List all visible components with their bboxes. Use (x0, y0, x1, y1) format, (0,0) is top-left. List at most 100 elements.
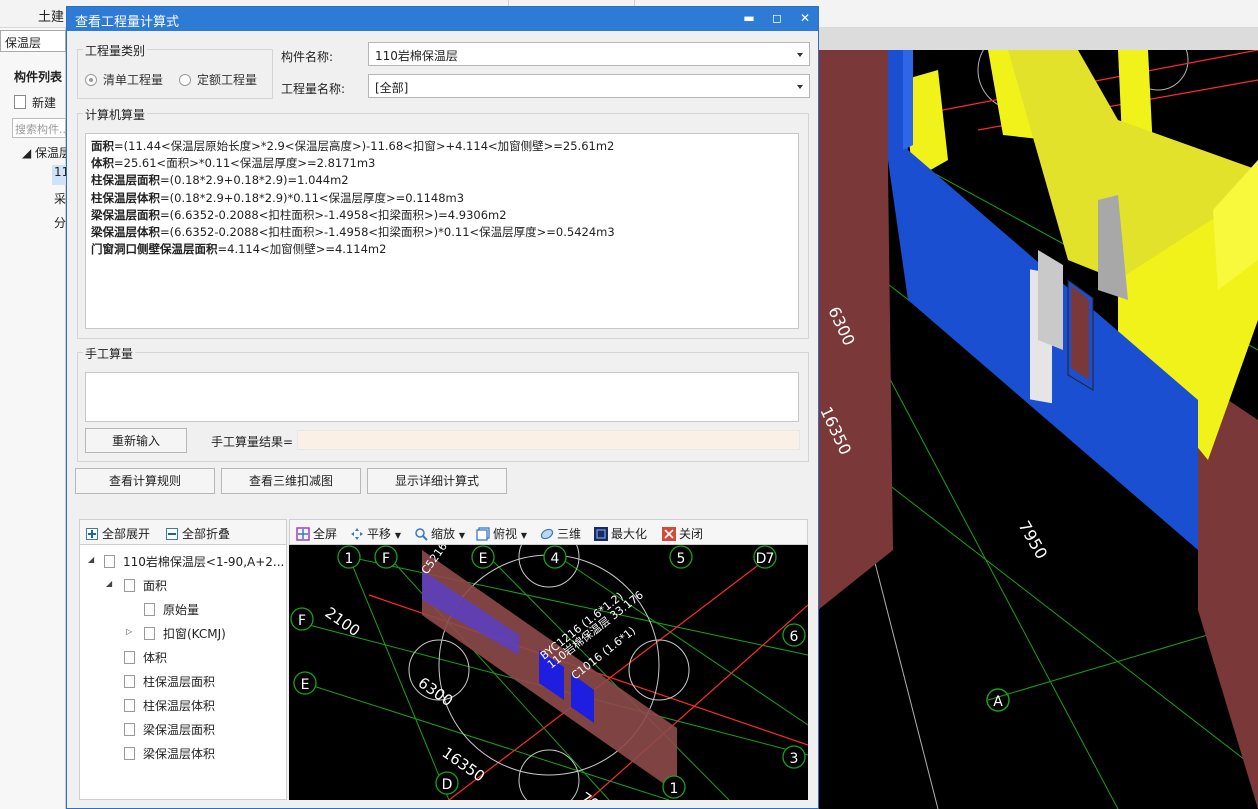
zoom-button[interactable]: 缩放 ▼ (414, 525, 465, 542)
restore-icon[interactable]: ◻ (769, 10, 785, 26)
axis-label: E (301, 677, 310, 693)
formula-line: 体积=25.61<面积>*0.11<保温层厚度>=2.8171m3 (91, 156, 376, 171)
component-search-input[interactable]: 搜索构件... (12, 118, 66, 138)
expanded-arrow-icon[interactable]: ◢ (106, 579, 112, 588)
component-name-select[interactable]: 110岩棉保温层 (368, 42, 810, 66)
axis-label: 5 (677, 551, 686, 567)
document-icon (124, 675, 135, 688)
tree-item[interactable]: 分 (54, 214, 66, 231)
tree-item[interactable]: 采 (54, 190, 66, 207)
tree-toolbar: 全部展开 全部折叠 (79, 519, 287, 545)
fullscreen-icon (296, 527, 310, 541)
collapsed-arrow-icon[interactable]: ▷ (126, 627, 132, 636)
quantity-name-label: 工程量名称: (281, 82, 346, 96)
tree-item-deduct-window[interactable]: 扣窗(KCMJ) (144, 625, 226, 642)
manual-calc-textarea[interactable] (85, 372, 799, 422)
formula-line: 梁保温层面积=(6.6352-0.2088<扣柱面积>-1.4958<扣梁面积>… (91, 207, 507, 222)
close-preview-button[interactable]: 关闭 (662, 525, 703, 542)
dimension-label: 79 (577, 789, 603, 800)
formula-line: 门窗洞口侧壁保温层面积=4.114<加窗侧壁>=4.114m2 (91, 242, 387, 257)
reenter-button[interactable]: 重新输入 (85, 428, 187, 453)
quantity-name-select[interactable]: [全部] (368, 74, 810, 98)
component-name-label: 构件名称: (281, 50, 334, 64)
axis-label: 6 (790, 629, 799, 645)
axis-label: A (993, 694, 1003, 710)
tree-item-volume[interactable]: 体积 (124, 649, 167, 666)
new-icon (14, 95, 26, 109)
deduction-3d-preview[interactable]: 1 F E 4 5 D 7 F 6 E 3 D 1 2100 6300 1635… (289, 545, 808, 800)
tree-item-selected[interactable]: 11 (52, 165, 66, 185)
minimize-icon[interactable]: ▬ (741, 10, 757, 26)
document-icon (144, 603, 155, 616)
tree-item-beam-volume[interactable]: 梁保温层体积 (124, 745, 215, 762)
tree-item-column-volume[interactable]: 柱保温层体积 (124, 697, 215, 714)
three-d-button[interactable]: 三维 (540, 525, 581, 542)
document-icon (124, 723, 135, 736)
tree-item-area[interactable]: 面积 (124, 577, 167, 594)
three-d-icon (540, 528, 554, 540)
new-button[interactable]: 新建 (14, 94, 56, 111)
tree-item-original[interactable]: 原始量 (144, 601, 199, 618)
expand-all-button[interactable]: 全部展开 (86, 525, 150, 542)
axis-label: E (479, 551, 488, 567)
close-icon[interactable]: ✕ (797, 10, 813, 26)
tree-item-insulation[interactable]: ◢ 保温层 (22, 144, 66, 161)
axis-label: 4 (551, 551, 560, 567)
maximize-button[interactable]: 最大化 (594, 525, 647, 542)
tree-item-column-area[interactable]: 柱保温层面积 (124, 673, 215, 690)
pan-icon (351, 528, 363, 540)
dimension-label: 7950 (1015, 518, 1052, 563)
axis-label: 1 (670, 781, 679, 797)
computer-calc-label: 计算机算量 (83, 106, 148, 123)
document-icon (124, 747, 135, 760)
axis-label: 3 (790, 751, 799, 767)
formula-line: 柱保温层体积=(0.18*2.9+0.18*2.9)*0.11<保温层厚度>=0… (91, 190, 465, 205)
model-3d-viewport[interactable]: 6300 16350 7950 A (818, 50, 1258, 809)
axis-label: D (442, 777, 453, 793)
tab-civil[interactable]: 土建 (38, 6, 64, 25)
quantity-formula-dialog: 查看工程量计算式 ▬ ◻ ✕ 工程量类别 清单工程量 定额工程量 构件名称: 1… (66, 6, 819, 809)
quantity-tree: ◢ 110岩棉保温层<1-90,A+2... ◢ 面积 原始量 ▷ 扣窗(KCM… (79, 545, 287, 800)
radio-bill-quantity[interactable]: 清单工程量 (85, 71, 163, 88)
top-view-button[interactable]: 俯视 ▼ (476, 525, 527, 542)
tree-item-root[interactable]: 110岩棉保温层<1-90,A+2... (104, 553, 286, 570)
top-view-icon (476, 527, 490, 541)
deduction-3d-drawing: 1 F E 4 5 D 7 F 6 E 3 D 1 2100 6300 1635… (290, 545, 808, 800)
view-3d-deduction-button[interactable]: 查看三维扣减图 (221, 468, 361, 494)
radio-checked-icon (85, 74, 97, 86)
chevron-down-icon (797, 85, 803, 89)
chevron-down-icon (797, 53, 803, 57)
close-icon (662, 527, 676, 541)
formula-line: 柱保温层面积=(0.18*2.9+0.18*2.9)=1.044m2 (91, 173, 349, 188)
dialog-title-bar[interactable]: 查看工程量计算式 ▬ ◻ ✕ (67, 7, 818, 31)
show-detail-formula-button[interactable]: 显示详细计算式 (367, 468, 507, 494)
axis-label: F (382, 551, 390, 567)
formula-line: 梁保温层体积=(6.6352-0.2088<扣柱面积>-1.4958<扣梁面积>… (91, 225, 615, 240)
tree-item-beam-area[interactable]: 梁保温层面积 (124, 721, 215, 738)
computer-calc-textarea[interactable]: 面积=(11.44<保温层原始长度>*2.9<保温层高度>)-11.68<扣窗>… (85, 133, 799, 329)
model-3d-drawing: 6300 16350 7950 A (818, 50, 1258, 809)
document-icon (124, 699, 135, 712)
manual-result-field[interactable] (297, 430, 800, 450)
dialog-title: 查看工程量计算式 (75, 15, 180, 30)
view-rules-button[interactable]: 查看计算规则 (75, 468, 215, 494)
category-group-label: 工程量类别 (83, 42, 148, 59)
expanded-arrow-icon[interactable]: ◢ (88, 555, 94, 564)
dimension-label: 6300 (415, 674, 457, 711)
component-panel: 保温层 构件列表 新建 搜索构件... ◢ 保温层 11 采 分 (0, 28, 66, 809)
collapse-all-button[interactable]: 全部折叠 (166, 525, 230, 542)
layer-combo[interactable]: 保温层 (0, 30, 66, 52)
document-icon (124, 579, 135, 592)
manual-calc-label: 手工算量 (83, 345, 136, 362)
minus-icon (166, 528, 178, 540)
component-list-header[interactable]: 构件列表 (14, 68, 62, 85)
radio-quota-quantity[interactable]: 定额工程量 (179, 71, 257, 88)
zoom-icon (415, 528, 428, 541)
axis-label: 1 (345, 551, 354, 567)
fullscreen-button[interactable]: 全屏 (296, 525, 337, 542)
pan-button[interactable]: 平移 ▼ (350, 525, 401, 542)
document-icon (144, 627, 155, 640)
manual-result-label: 手工算量结果= (211, 435, 294, 449)
document-icon (124, 651, 135, 664)
plus-icon (86, 528, 98, 540)
